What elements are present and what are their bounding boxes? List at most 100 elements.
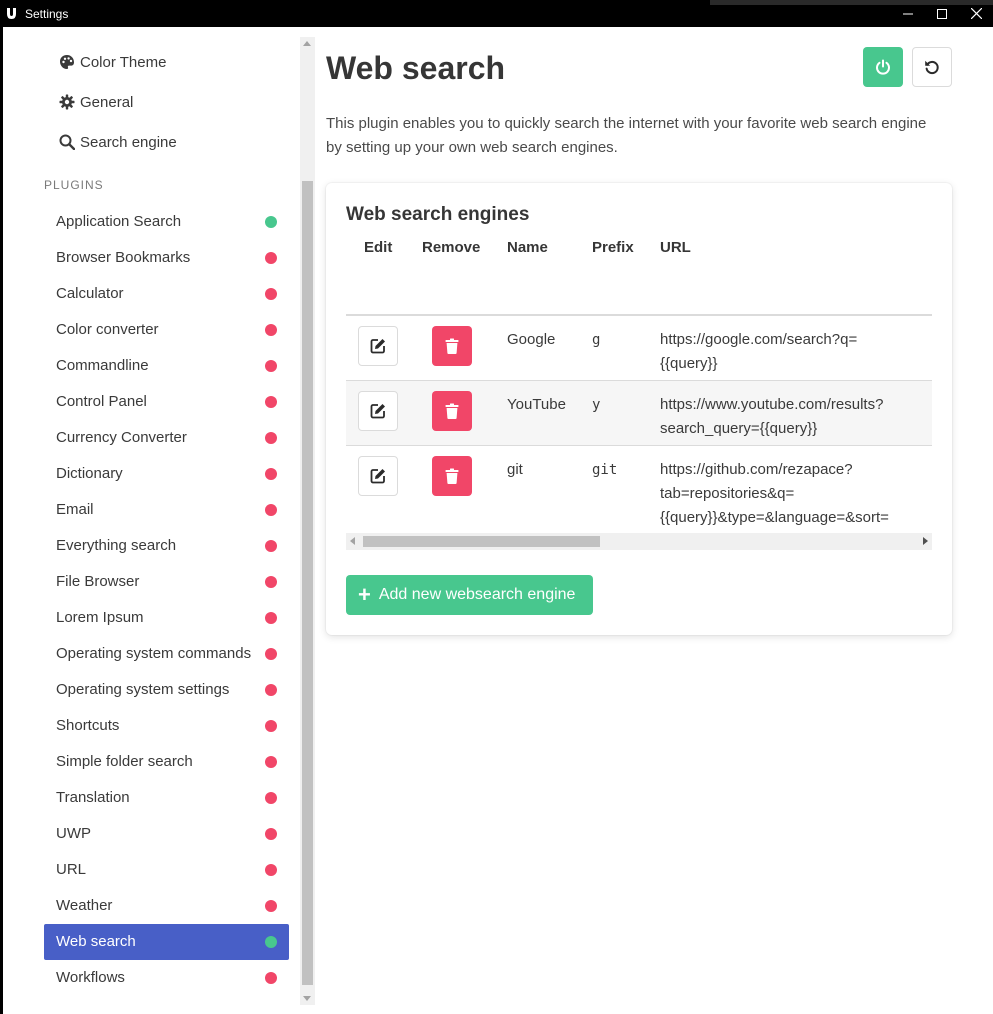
menu-item-color-theme[interactable]: Color Theme: [59, 50, 279, 74]
maximize-icon: [937, 8, 947, 19]
disabled-status-dot: [265, 684, 277, 696]
engine-prefix: git: [592, 462, 618, 478]
menu-item-search-engine[interactable]: Search engine: [59, 130, 279, 154]
sidebar-item-lorem-ipsum[interactable]: Lorem Ipsum: [44, 600, 289, 636]
edit-engine-button[interactable]: [358, 391, 398, 431]
sidebar-item-file-browser[interactable]: File Browser: [44, 564, 289, 600]
plugin-label: Lorem Ipsum: [56, 609, 144, 626]
table-row: Google g https://google.com/search?q= {{que…: [346, 316, 932, 381]
disabled-status-dot: [265, 324, 277, 336]
plugins-heading: PLUGINS: [44, 178, 104, 192]
close-icon: [970, 8, 982, 19]
sidebar-item-control-panel[interactable]: Control Panel: [44, 384, 289, 420]
menu-item-general[interactable]: General: [59, 90, 279, 114]
engine-prefix: y: [592, 397, 601, 413]
app-logo-icon: [7, 8, 16, 19]
scroll-left-arrow-icon[interactable]: [350, 537, 355, 545]
engine-url-line: https://github.com/rezapace?: [660, 461, 853, 478]
disabled-status-dot: [265, 468, 277, 480]
enabled-status-dot: [265, 216, 277, 228]
sidebar-item-everything-search[interactable]: Everything search: [44, 528, 289, 564]
plugin-label: Operating system settings: [56, 681, 230, 698]
scroll-down-arrow-icon[interactable]: [303, 996, 311, 1001]
engine-url-line: search_query={{query}}: [660, 420, 818, 437]
engine-prefix: g: [592, 332, 601, 348]
plugin-label: Color converter: [56, 321, 159, 338]
sidebar-item-uwp[interactable]: UWP: [44, 816, 289, 852]
undo-icon: [925, 60, 939, 75]
sidebar-item-application-search[interactable]: Application Search: [44, 204, 289, 240]
plugin-label: Shortcuts: [56, 717, 120, 734]
sidebar-item-dictionary[interactable]: Dictionary: [44, 456, 289, 492]
engine-name: Google: [507, 331, 556, 348]
sidebar-item-web-search[interactable]: Web search: [44, 924, 289, 960]
sidebar-item-weather[interactable]: Weather: [44, 888, 289, 924]
disabled-status-dot: [265, 648, 277, 660]
table-row: git git https://github.com/rezapace? tab=re…: [346, 446, 932, 526]
sidebar: Color Theme General Search engine PLUGIN…: [3, 27, 300, 1014]
toggle-plugin-button[interactable]: [863, 47, 903, 87]
title-bar: Settings: [0, 0, 993, 27]
scrollbar-thumb[interactable]: [302, 181, 313, 985]
disabled-status-dot: [265, 504, 277, 516]
main-panel: Web search This plugin enables you to qu…: [315, 27, 993, 1014]
reset-button[interactable]: [912, 47, 952, 87]
page-title: Web search: [326, 50, 506, 86]
sidebar-item-operating-system-commands[interactable]: Operating system commands: [44, 636, 289, 672]
sidebar-item-translation[interactable]: Translation: [44, 780, 289, 816]
sidebar-item-currency-converter[interactable]: Currency Converter: [44, 420, 289, 456]
plugin-label: UWP: [56, 825, 91, 842]
disabled-status-dot: [265, 288, 277, 300]
disabled-status-dot: [265, 252, 277, 264]
plugin-label: Application Search: [56, 213, 182, 230]
sidebar-item-url[interactable]: URL: [44, 852, 289, 888]
menu-item-label: Color Theme: [80, 53, 167, 71]
plugin-label: File Browser: [56, 573, 140, 590]
palette-icon: [60, 55, 74, 69]
column-header-name: Name: [507, 239, 548, 256]
edit-engine-button[interactable]: [358, 456, 398, 496]
sidebar-item-browser-bookmarks[interactable]: Browser Bookmarks: [44, 240, 289, 276]
sidebar-item-simple-folder-search[interactable]: Simple folder search: [44, 744, 289, 780]
plugin-description: This plugin enables you to quickly searc…: [326, 115, 927, 156]
engine-url-line: {{query}}: [660, 355, 718, 372]
disabled-status-dot: [265, 396, 277, 408]
sidebar-item-workflows[interactable]: Workflows: [44, 960, 289, 996]
maximize-button[interactable]: [925, 0, 959, 27]
remove-engine-button[interactable]: [432, 456, 472, 496]
edit-icon: [370, 339, 385, 354]
add-websearch-engine-button[interactable]: + Add new websearch engine: [346, 575, 593, 615]
sidebar-item-operating-system-settings[interactable]: Operating system settings: [44, 672, 289, 708]
plugin-label: Commandline: [56, 357, 149, 374]
sidebar-item-commandline[interactable]: Commandline: [44, 348, 289, 384]
sidebar-item-color-converter[interactable]: Color converter: [44, 312, 289, 348]
plugin-label: Simple folder search: [56, 753, 193, 770]
sidebar-item-calculator[interactable]: Calculator: [44, 276, 289, 312]
disabled-status-dot: [265, 360, 277, 372]
close-button[interactable]: [959, 0, 993, 27]
edit-engine-button[interactable]: [358, 326, 398, 366]
remove-engine-button[interactable]: [432, 326, 472, 366]
disabled-status-dot: [265, 720, 277, 732]
sidebar-scrollbar[interactable]: [300, 37, 315, 1005]
engine-name: git: [507, 461, 523, 478]
disabled-status-dot: [265, 900, 277, 912]
scrollbar-thumb[interactable]: [363, 536, 600, 547]
trash-icon: [445, 403, 459, 419]
table-horizontal-scrollbar[interactable]: [346, 533, 932, 550]
disabled-status-dot: [265, 540, 277, 552]
plugin-label: Control Panel: [56, 393, 147, 410]
remove-engine-button[interactable]: [432, 391, 472, 431]
table-row: YouTube y https://www.youtube.com/results?…: [346, 381, 932, 446]
trash-icon: [445, 338, 459, 354]
column-header-edit: Edit: [364, 239, 393, 256]
sidebar-item-email[interactable]: Email: [44, 492, 289, 528]
engine-url: https://github.com/rezapace? tab=reposito…: [660, 458, 932, 530]
disabled-status-dot: [265, 432, 277, 444]
scroll-up-arrow-icon[interactable]: [303, 41, 311, 46]
scroll-right-arrow-icon[interactable]: [923, 537, 928, 545]
minimize-button[interactable]: [891, 0, 925, 27]
disabled-status-dot: [265, 576, 277, 588]
column-header-remove: Remove: [422, 239, 481, 256]
sidebar-item-shortcuts[interactable]: Shortcuts: [44, 708, 289, 744]
